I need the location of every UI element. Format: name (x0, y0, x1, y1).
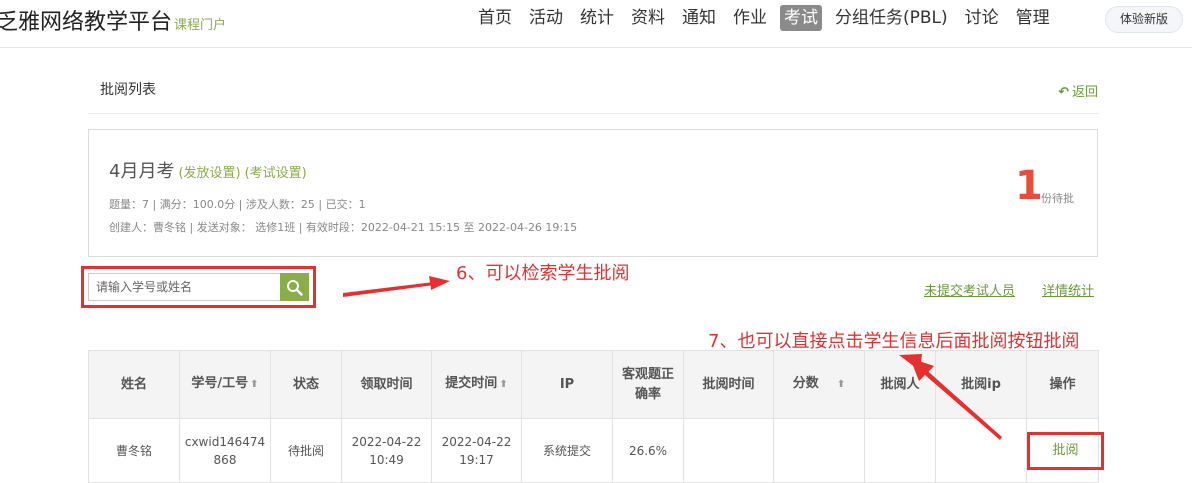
nav-item-discussion[interactable]: 讨论 (961, 5, 1003, 31)
nav-item-exams[interactable]: 考试 (780, 5, 822, 31)
main-nav: 首页 活动 统计 资料 通知 作业 考试 分组任务(PBL) 讨论 管理 (474, 5, 1063, 31)
platform-name: 乏雅网络教学平台 (0, 10, 173, 35)
nav-item-materials[interactable]: 资料 (627, 5, 669, 31)
cell-receive-time: 2022-04-22 10:49 (341, 418, 432, 483)
col-header-action: 操作 (1026, 350, 1099, 419)
cell-receive-clock: 10:49 (369, 452, 404, 467)
back-link-label: 返回 (1071, 85, 1098, 100)
course-portal-link[interactable]: 课程门户 (174, 18, 226, 33)
review-button[interactable]: 批阅 (1027, 431, 1104, 470)
table-header-row: 姓名 学号/工号 ⬆ 状态 领取时间 提交时间 ⬆ IP 客观题正 确率 批阅时间 分… (88, 350, 1099, 419)
col-header-name: 姓名 (88, 350, 180, 419)
cell-receive-date: 2022-04-22 (351, 434, 422, 449)
sort-arrow-icon: ⬆ (836, 379, 846, 390)
release-settings-link[interactable]: (发放设置) (178, 166, 240, 181)
cell-review-time (683, 418, 774, 483)
unsubmitted-students-link[interactable]: 未提交考试人员 (924, 280, 1015, 299)
nav-item-statistics[interactable]: 统计 (576, 5, 618, 31)
col-header-accuracy-line1: 客观题正 (621, 366, 674, 382)
table-row: 曹冬铭 cxwid146474 868 待批阅 2022-04-22 10:49 2… (88, 418, 1104, 483)
back-link[interactable]: ↶ 返回 (1058, 81, 1098, 100)
cell-id-line2: 868 (213, 452, 237, 467)
col-header-review-ip: 批阅ip (935, 350, 1027, 419)
cell-accuracy: 26.6% (612, 418, 684, 483)
col-header-accuracy-line2: 确率 (634, 386, 661, 402)
sort-arrow-icon: ⬆ (250, 379, 259, 390)
cell-name: 曹冬铭 (88, 418, 180, 483)
annotation-arrow-6 (343, 276, 450, 297)
nav-item-notices[interactable]: 通知 (678, 5, 720, 31)
annotation-step-6: 6、可以检索学生批阅 (456, 263, 630, 284)
search-icon (287, 280, 303, 296)
cell-id: cxwid146474 868 (179, 418, 271, 483)
nav-item-activities[interactable]: 活动 (525, 5, 567, 31)
nav-item-home[interactable]: 首页 (474, 5, 516, 31)
try-new-version-button[interactable]: 体验新版 (1105, 6, 1183, 33)
exam-title: 4月月考 (109, 161, 175, 182)
nav-item-group-tasks[interactable]: 分组任务(PBL) (831, 5, 952, 31)
back-arrow-icon: ↶ (1058, 85, 1069, 100)
col-header-score[interactable]: 分数 ⬆ (773, 350, 865, 419)
detail-stats-link[interactable]: 详情统计 (1042, 280, 1094, 299)
search-button[interactable] (280, 273, 309, 301)
nav-item-manage[interactable]: 管理 (1012, 5, 1054, 31)
col-header-ip: IP (521, 350, 613, 419)
student-search-input[interactable] (88, 273, 281, 301)
nav-item-assignments[interactable]: 作业 (729, 5, 771, 31)
col-header-submit-time-label: 提交时间 (445, 376, 498, 391)
exam-stats: 题量：7 | 满分：100.0分 | 涉及人数：25 | 已交：1 (109, 198, 366, 211)
platform-logo[interactable]: 乏雅网络教学平台 课程门户 (0, 4, 226, 36)
cell-submit-clock: 19:17 (459, 452, 494, 467)
cell-status: 待批阅 (270, 418, 342, 483)
pending-count: 1 (1015, 163, 1043, 209)
col-header-id[interactable]: 学号/工号 ⬆ (179, 350, 271, 419)
cell-review-ip (935, 418, 1027, 483)
top-navigation-bar: 乏雅网络教学平台 课程门户 首页 活动 统计 资料 通知 作业 考试 分组任务(P… (0, 0, 1192, 48)
cell-id-line1: cxwid146474 (184, 434, 266, 449)
cell-score (773, 418, 865, 483)
col-header-submit-time[interactable]: 提交时间 ⬆ (431, 350, 522, 419)
col-header-id-label: 学号/工号 (191, 376, 249, 391)
search-highlight-box (81, 266, 316, 308)
cell-ip: 系统提交 (521, 418, 613, 483)
exam-info: 创建人：曹冬铭 | 发送对象： 选修1班 | 有效时段：2022-04-21 1… (109, 221, 578, 234)
review-list-header: 批阅列表 ↶ 返回 (88, 64, 1098, 114)
cell-reviewer (864, 418, 936, 483)
col-header-reviewer: 批阅人 (864, 350, 936, 419)
exam-title-row: 4月月考 (发放设置) (考试设置) (109, 157, 307, 183)
sort-arrow-icon: ⬆ (499, 379, 508, 390)
col-header-status: 状态 (270, 350, 342, 419)
submission-table: 姓名 学号/工号 ⬆ 状态 领取时间 提交时间 ⬆ IP 客观题正 确率 批阅时间 分… (88, 350, 1104, 483)
col-header-accuracy: 客观题正 确率 (612, 350, 684, 419)
exam-settings-link[interactable]: (考试设置) (245, 166, 307, 181)
cell-submit-date: 2022-04-22 (441, 434, 512, 449)
pending-label: 份待批 (1041, 192, 1074, 205)
page-title: 批阅列表 (100, 82, 156, 98)
cell-submit-time: 2022-04-22 19:17 (431, 418, 522, 483)
col-header-score-label: 分数 (792, 376, 819, 391)
col-header-review-time: 批阅时间 (683, 350, 774, 419)
col-header-receive-time: 领取时间 (341, 350, 432, 419)
cell-action: 批阅 (1026, 418, 1104, 483)
exam-summary-card: 4月月考 (发放设置) (考试设置) 题量：7 | 满分：100.0分 | 涉及人数… (88, 129, 1098, 257)
